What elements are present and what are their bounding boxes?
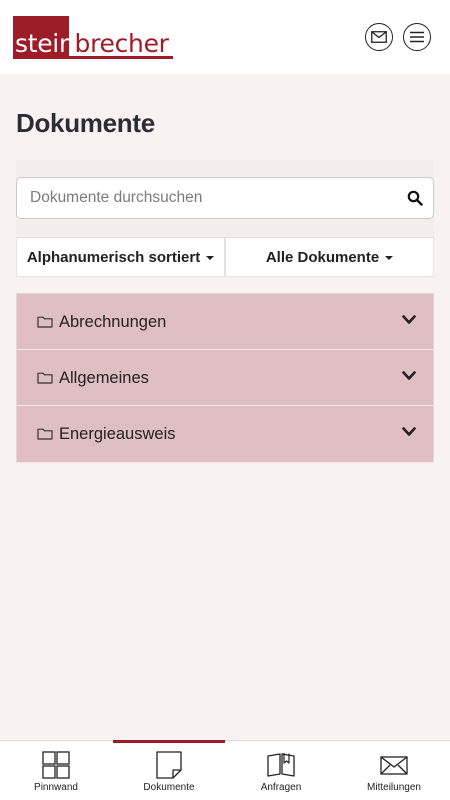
folder-icon (37, 428, 53, 440)
document-icon (156, 751, 182, 779)
page-title: Dokumente (16, 108, 155, 138)
bottom-nav: Pinnwand Dokumente Anfragen Mitteilungen (0, 740, 450, 800)
folder-list: Abrechnungen Allgemeines Energieausweis (16, 293, 434, 464)
nav-item-pinnwand[interactable]: Pinnwand (0, 741, 112, 800)
steinbrecher-logo[interactable]: steinbrecher (13, 16, 173, 60)
nav-label: Pinnwand (34, 782, 78, 793)
envelope-icon (380, 756, 408, 775)
menu-icon (410, 31, 424, 43)
search-icon[interactable] (407, 190, 423, 206)
chevron-down-icon[interactable] (402, 427, 416, 437)
app-header: steinbrecher (0, 0, 450, 74)
sort-dropdown-label: Alphanumerisch sortiert (26, 248, 201, 266)
mail-icon (371, 31, 387, 43)
messages-button[interactable] (365, 23, 393, 51)
sort-dropdown[interactable]: Alphanumerisch sortiert (16, 237, 225, 277)
caret-down-icon (385, 256, 394, 260)
caret-down-icon (206, 256, 215, 260)
chevron-down-icon[interactable] (402, 315, 416, 325)
search-box[interactable] (16, 177, 434, 219)
logo-text: steinbrecher (15, 30, 169, 58)
folder-icon (37, 316, 53, 328)
folder-label: Abrechnungen (59, 313, 167, 331)
folder-item-energieausweis[interactable]: Energieausweis (16, 406, 434, 464)
document-type-dropdown[interactable]: Alle Dokumente (225, 237, 434, 277)
nav-label: Dokumente (143, 782, 195, 793)
nav-label: Anfragen (260, 782, 302, 793)
folder-label: Allgemeines (59, 368, 149, 387)
nav-item-dokumente[interactable]: Dokumente (113, 741, 225, 800)
logo-text-red: brecher (74, 29, 169, 58)
folder-item-abrechnungen[interactable]: Abrechnungen (16, 293, 434, 350)
chevron-down-icon[interactable] (402, 370, 416, 381)
book-icon (267, 753, 295, 777)
nav-item-anfragen[interactable]: Anfragen (225, 741, 337, 800)
folder-icon (37, 372, 53, 384)
nav-label: Mitteilungen (367, 782, 421, 793)
folder-label: Energieausweis (59, 425, 176, 444)
nav-item-mitteilungen[interactable]: Mitteilungen (338, 741, 450, 800)
search-input[interactable] (30, 178, 390, 218)
logo-text-white: stein (15, 29, 75, 58)
grid-icon (42, 751, 70, 779)
document-type-dropdown-label: Alle Dokumente (265, 248, 380, 266)
folder-item-allgemeines[interactable]: Allgemeines (16, 349, 434, 407)
menu-button[interactable] (403, 23, 431, 51)
